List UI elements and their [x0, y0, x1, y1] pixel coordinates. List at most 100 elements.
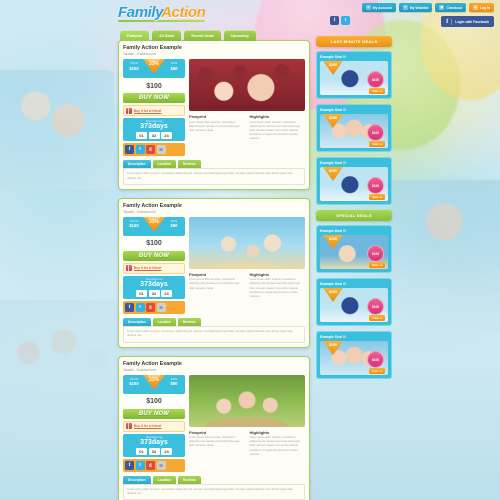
highlights-heading: Highlights — [249, 271, 270, 277]
tab-recent-deals[interactable]: Recent Deals — [184, 30, 221, 41]
facebook-icon[interactable]: f — [125, 145, 134, 155]
googleplus-icon[interactable]: g — [146, 145, 155, 155]
subtab-reviews[interactable]: Reviews — [177, 318, 201, 326]
highlights-section: Highlights Lorem ipsum dolor sit amet, c… — [250, 114, 306, 141]
facebook-f-icon: f — [446, 18, 453, 25]
subtab-reviews[interactable]: Reviews — [177, 475, 201, 484]
twitter-icon[interactable]: t — [135, 303, 145, 312]
lock-icon: ▲ — [472, 4, 478, 10]
tab-upcoming[interactable]: Upcoming — [223, 30, 256, 41]
email-icon[interactable]: ✉ — [156, 145, 166, 155]
deal-title: Family Action Example — [123, 45, 182, 51]
countdown-hours: 01 — [136, 132, 147, 140]
sidebar-deal-card[interactable]: Example Deal !!! $200 $100 View ▸ — [316, 331, 392, 379]
discount-badge: DISCOUNT 33% — [143, 375, 165, 390]
buy-now-button[interactable]: BUY NOW — [123, 250, 185, 261]
countdown-cells: 01 32 24 — [125, 290, 183, 297]
email-icon[interactable]: ✉ — [156, 460, 166, 470]
email-icon[interactable]: ✉ — [156, 303, 166, 312]
sidebar-view-button[interactable]: View ▸ — [369, 194, 385, 200]
deal-title: Family Action Example — [123, 360, 182, 367]
sidebar-circle-badge: $100 — [367, 124, 384, 141]
buy-for-friend-button[interactable]: Buy it for a friend! — [123, 420, 185, 432]
gift-icon — [126, 265, 132, 272]
topnav-my-wishlist-button[interactable]: ♥ My Wishlist — [398, 3, 433, 12]
sidebar-heading-orange: LAST-MINUTE DEALS — [316, 36, 392, 47]
topnav-label: My Wishlist — [409, 5, 429, 10]
save-label: SAVE — [170, 377, 178, 381]
site-logo[interactable]: Family Action — [118, 4, 206, 22]
subtab-description[interactable]: Description — [123, 318, 151, 326]
sidebar-price-value: $200 — [329, 237, 337, 241]
chevron-right-icon: ▸ — [380, 142, 382, 146]
chevron-right-icon: ▸ — [380, 195, 382, 199]
googleplus-icon[interactable]: g — [146, 303, 155, 312]
topnav-checkout-button[interactable]: ▣ Checkout — [435, 3, 466, 12]
buy-for-friend-button[interactable]: Buy it for a friend! — [123, 105, 185, 116]
deal-share-row: f t g ✉ — [123, 301, 185, 314]
sidebar-view-label: View — [372, 89, 379, 93]
buy-for-friend-button[interactable]: Buy it for a friend! — [123, 262, 185, 274]
discount-badge: DISCOUNT 33% — [143, 59, 165, 74]
twitter-icon[interactable]: t — [135, 460, 145, 470]
sidebar-view-button[interactable]: View ▸ — [369, 262, 385, 268]
sidebar-price-badge: $200 — [323, 235, 343, 249]
sidebar-deal-card[interactable]: Example Deal !!! $200 $100 View ▸ — [316, 278, 392, 326]
sidebar-deal-title: Example Deal !!! — [320, 108, 347, 112]
sidebar-view-button[interactable]: View ▸ — [369, 88, 385, 94]
topnav-log-in-button[interactable]: ▲ Log In — [468, 3, 494, 12]
facebook-icon[interactable]: f — [125, 460, 134, 470]
buy-now-button[interactable]: BUY NOW — [123, 408, 185, 419]
sidebar-view-button[interactable]: View ▸ — [369, 315, 385, 321]
tab-all-deals[interactable]: All Deals — [152, 30, 182, 41]
sidebar-view-button[interactable]: View ▸ — [369, 368, 385, 374]
deals-column: Family Action Example Takashi - Ducktown… — [118, 40, 310, 500]
sidebar-deal-card[interactable]: Example Deal !!! $200 $100 View ▸ — [316, 157, 392, 205]
subtab-reviews[interactable]: Reviews — [177, 160, 201, 169]
top-navigation: ● My Account ♥ My Wishlist ▣ Checkout ▲ Log In — [361, 3, 494, 12]
subtab-location[interactable]: Location — [152, 160, 176, 169]
deal-subtabs: Description Location Reviews — [123, 475, 305, 484]
sidebar-view-label: View — [372, 195, 379, 199]
deal-hero-image — [189, 59, 305, 111]
subtab-location[interactable]: Location — [152, 475, 176, 484]
description-panel: Lorem ipsum dolor sit amet, consectetur … — [123, 326, 305, 343]
facebook-icon[interactable]: f — [125, 303, 134, 312]
twitter-icon[interactable]: t — [135, 145, 145, 155]
highlights-body: Lorem ipsum dolor sit amet, consectetur … — [249, 120, 300, 141]
sidebar-deal-card[interactable]: Example Deal !!! $200 $100 View ▸ — [316, 51, 392, 99]
deal-share-row: f t g ✉ — [123, 143, 185, 157]
chevron-right-icon: ▸ — [380, 316, 382, 320]
sidebar-deal-card[interactable]: Example Deal !!! $200 $100 View ▸ — [316, 225, 392, 273]
discount-amount: 33% — [148, 61, 159, 67]
price-box: VALUE $150 DISCOUNT 33% SAVE $50 — [123, 59, 185, 78]
fineprint-section: Fineprint Lorem ipsum dolor sit amet, co… — [189, 272, 245, 299]
cart-icon: ▣ — [439, 4, 445, 10]
timer-days: 373days — [140, 438, 168, 446]
googleplus-icon[interactable]: g — [146, 460, 155, 470]
sidebar-circle-badge: $100 — [367, 177, 384, 194]
sidebar-view-label: View — [372, 369, 379, 373]
sidebar-view-label: View — [372, 316, 379, 320]
sidebar-view-button[interactable]: View ▸ — [369, 141, 385, 147]
sidebar-deal-card[interactable]: Example Deal !!! $200 $100 View ▸ — [316, 104, 392, 152]
facebook-login-label: Login with Facebook — [455, 19, 489, 24]
logo-text-family: Family — [118, 4, 164, 21]
deal-card: Family Action Example Takashi - Ducktown… — [118, 355, 310, 500]
subtab-description[interactable]: Description — [123, 160, 151, 169]
topnav-my-account-button[interactable]: ● My Account — [361, 3, 396, 12]
tab-featured[interactable]: Featured — [120, 30, 150, 41]
fineprint-body: Lorem ipsum dolor sit amet, consectetur … — [189, 436, 240, 448]
buy-now-button[interactable]: BUY NOW — [123, 93, 185, 103]
sidebar-price-value: $200 — [329, 169, 337, 173]
value-amount: $150 — [129, 381, 139, 387]
sidebar-price-badge: $200 — [323, 114, 343, 128]
subtab-description[interactable]: Description — [123, 475, 151, 484]
facebook-icon[interactable]: f — [330, 16, 339, 25]
facebook-login-button[interactable]: f Login with Facebook — [441, 16, 494, 27]
social-links-top: ft — [330, 16, 350, 25]
fineprint-heading: Fineprint — [189, 114, 207, 119]
subtab-location[interactable]: Location — [152, 318, 176, 326]
twitter-icon[interactable]: t — [341, 16, 350, 25]
deal-title: Family Action Example — [123, 202, 182, 209]
